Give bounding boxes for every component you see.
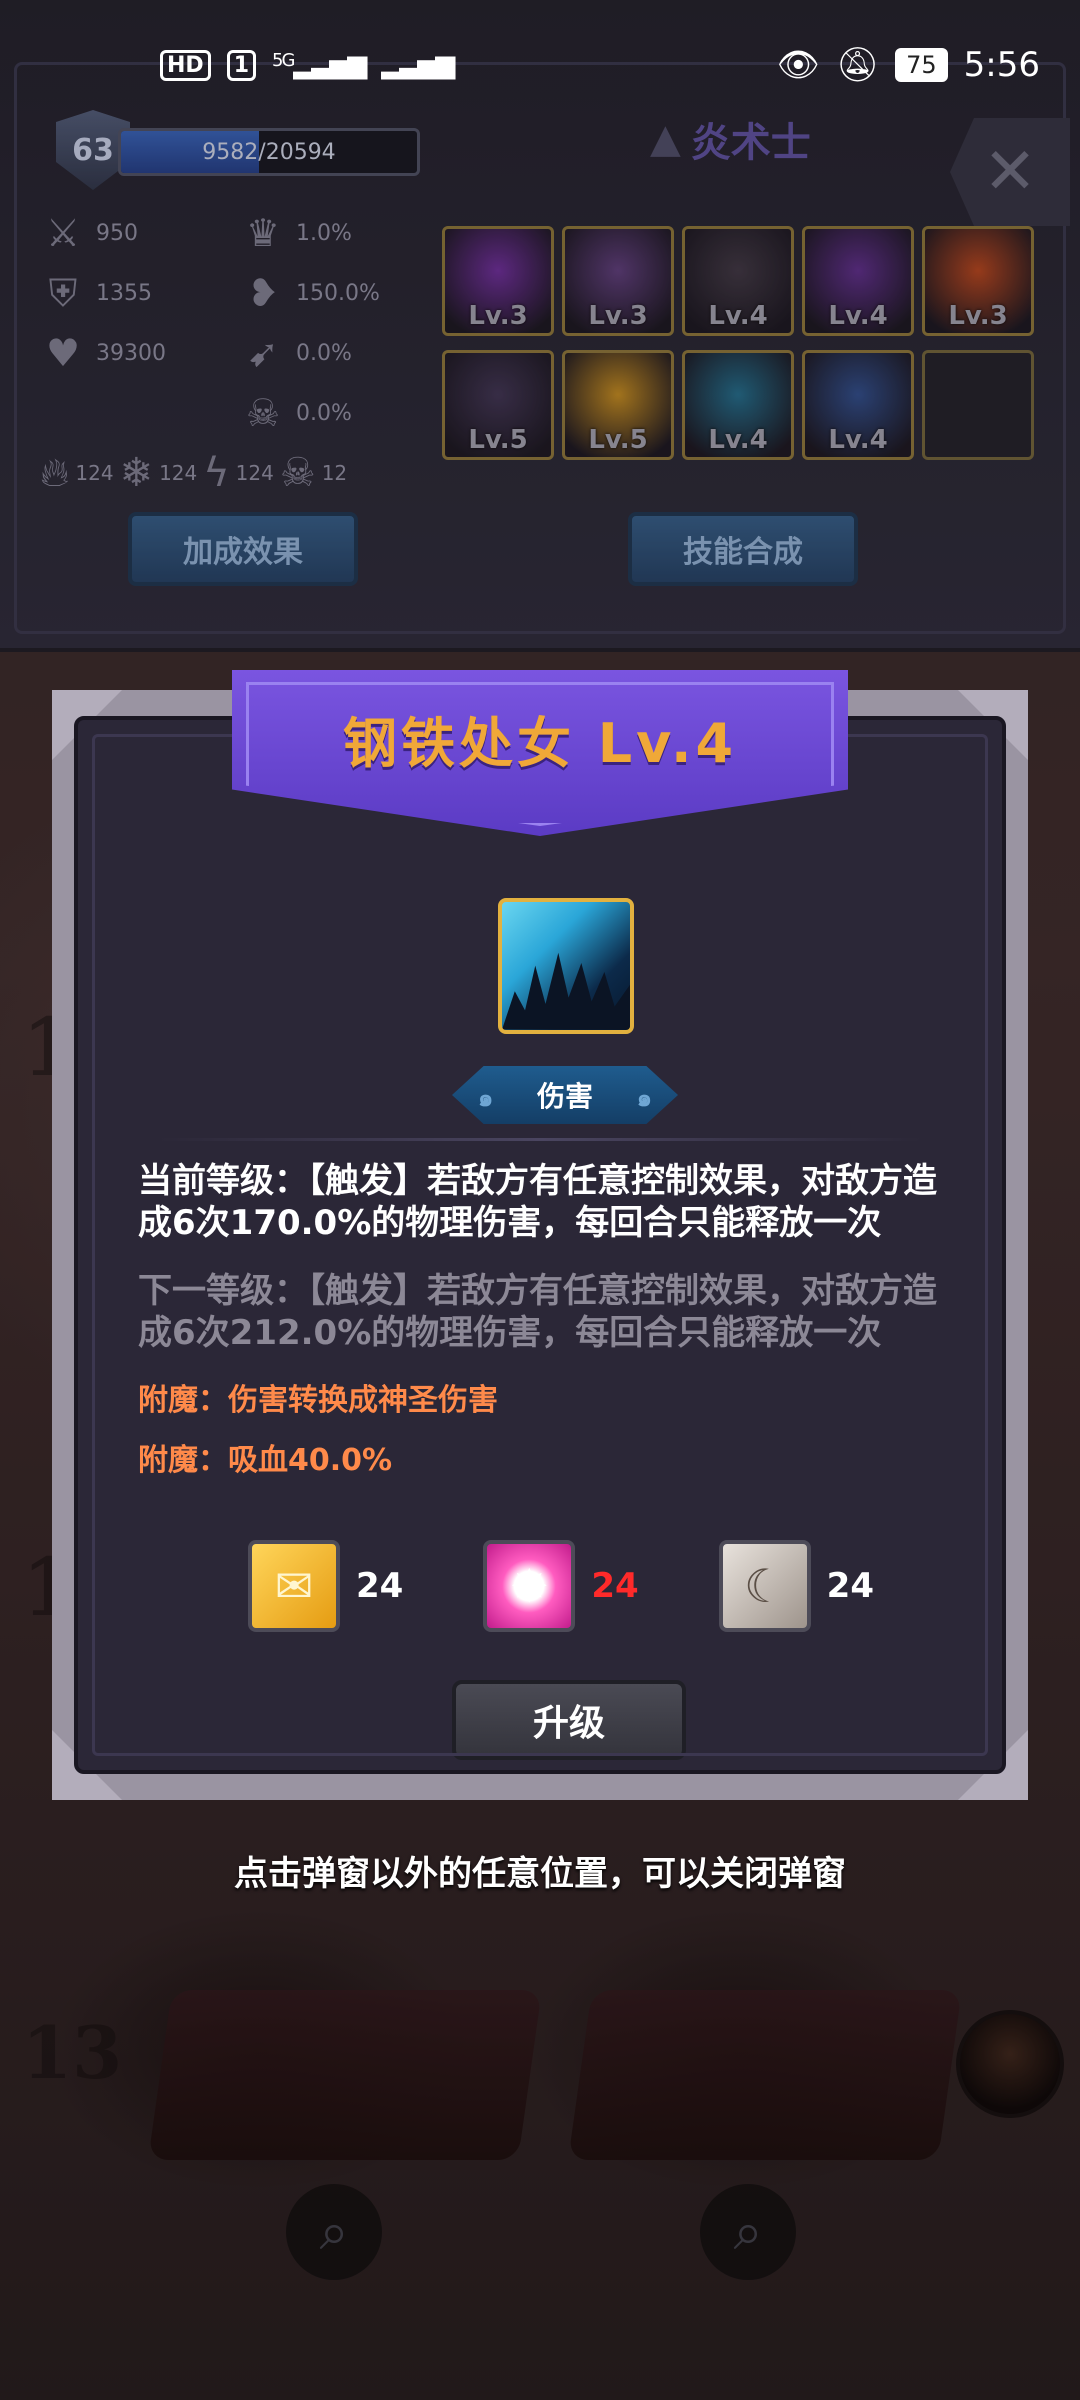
stat-value: 39300 [96,340,166,366]
cost-value: 24 [826,1566,874,1606]
exp-text: 9582/20594 [202,139,336,165]
skull-icon: ☠ [245,391,281,435]
stat-value: 1.0% [296,220,352,246]
current-level-desc: 当前等级：【触发】若敌方有任意控制效果，对敌方造成6次170.0%的物理伤害，每… [138,1161,937,1243]
fire-icon: 🔥︎ [40,450,70,496]
heart-icon: ♥ [45,331,81,375]
enchant-line: 附魔：吸血40.0% [138,1443,393,1478]
skill-title: 钢铁处女 Lv.4 [342,711,738,775]
skill-level-label: Lv.3 [588,301,648,331]
stat-penetration: ➹ 0.0% [240,330,352,376]
crown-icon: ♛ [245,211,281,255]
skill-level-label: Lv.4 [828,425,888,455]
swirl-icon: ๑ [478,1084,494,1112]
empty-skill-slot[interactable] [922,350,1034,460]
skill-slot[interactable]: Lv.4 [802,226,914,336]
spikes-icon [502,953,630,1030]
divider [158,1138,922,1141]
status-right: 👁︎ 🔕︎ 75 5:56 [777,45,1040,85]
close-button[interactable]: ✕ [950,118,1070,226]
poison-skull-icon: ☠ [279,450,316,496]
popup-body: ๑ 伤害 ๑ 当前等级：【触发】若敌方有任意控制效果，对敌方造成6次170.0%… [74,716,1006,1774]
status-left: HD 1 5G▂▃▅▆ ▂▃▅▆ [160,49,455,81]
skill-level-label: Lv.4 [708,425,768,455]
close-hint: 点击弹窗以外的任意位置，可以关闭弹窗 [234,1854,846,1894]
skill-type-label: 伤害 [536,1080,593,1113]
skill-level-label: Lv.5 [468,425,528,455]
stat-defense: ⛨ 1355 [40,270,152,316]
signal-icon-2: ▂▃▅▆ [381,50,455,80]
element-value: 124 [159,461,198,485]
skill-slot[interactable]: Lv.3 [922,226,1034,336]
stat-value: 950 [96,220,138,246]
enchant-line: 附魔：伤害转换成神圣伤害 [138,1383,498,1418]
stat-value: 1355 [96,280,152,306]
status-bar: HD 1 5G▂▃▅▆ ▂▃▅▆ 👁︎ 🔕︎ 75 5:56 [0,0,1080,130]
skill-level-label: Lv.5 [588,425,648,455]
stat-hp: ♥ 39300 [40,330,166,376]
mute-bell-icon: 🔕︎ [835,45,880,85]
element-value: 124 [235,461,274,485]
clock: 5:56 [963,45,1040,85]
skill-level-label: Lv.4 [708,301,768,331]
heart-break-icon: ❥ [247,271,279,315]
skill-slot[interactable]: Lv.4 [682,226,794,336]
skill-detail-popup: ๑ 伤害 ๑ 当前等级：【触发】若敌方有任意控制效果，对敌方造成6次170.0%… [52,670,1028,1800]
skill-slot[interactable]: Lv.5 [562,350,674,460]
cost-value: 24 [591,1566,639,1606]
skill-slot[interactable]: Lv.3 [442,226,554,336]
stat-crit: ♛ 1.0% [240,210,352,256]
upgrade-button[interactable]: 升级 [452,1680,686,1760]
skill-slot[interactable]: Lv.4 [682,350,794,460]
pink-gem-icon: ✸ [483,1540,576,1632]
skill-type-tag: ๑ 伤害 ๑ [452,1066,678,1124]
eye-icon: 👁︎ [776,45,820,85]
element-value: 124 [75,461,114,485]
snowflake-icon: ❄ [119,450,154,496]
stat-value: 0.0% [296,340,352,366]
sword-icon: ⚔ [45,211,81,255]
swirl-icon: ๑ [636,1084,652,1112]
sim-badge: 1 [226,49,256,81]
moon-gem-icon: ☾ [718,1540,811,1632]
stat-dodge: ☠ 0.0% [240,390,352,436]
skill-level-label: Lv.3 [468,301,528,331]
skill-slot[interactable]: Lv.5 [442,350,554,460]
stat-value: 150.0% [296,280,380,306]
stat-crit-damage: ❥ 150.0% [240,270,380,316]
stat-attack: ⚔ 950 [40,210,138,256]
skill-level-label: Lv.3 [948,301,1008,331]
element-value: 12 [321,461,348,485]
stat-value: 0.0% [296,400,352,426]
arrow-icon: ➹ [247,331,279,375]
bonus-effect-button[interactable]: 加成效果 [128,512,358,586]
element-resist-row: 🔥︎ 124 ❄ 124 ϟ 124 ☠ 12 [40,450,347,496]
skill-slot[interactable]: Lv.4 [802,350,914,460]
signal-icon: 5G▂▃▅▆ [272,50,367,80]
skill-slot[interactable]: Lv.3 [562,226,674,336]
skill-level-label: Lv.4 [828,301,888,331]
gold-gem-icon: ✉ [248,1540,340,1632]
skill-icon-iron-maiden [498,898,634,1034]
shield-icon: ⛨ [48,270,78,315]
next-level-desc: 下一等级：【触发】若敌方有任意控制效果，对敌方造成6次212.0%的物理伤害，每… [138,1271,937,1353]
battery-indicator: 75 [895,48,948,82]
skill-synthesis-button[interactable]: 技能合成 [628,512,858,586]
hd-badge: HD [160,49,211,81]
upgrade-costs: ✉ 24 ✸ 24 ☾ 24 [248,1540,874,1632]
cost-gold-gem: ✉ 24 [248,1540,403,1632]
lightning-icon: ϟ [203,450,230,496]
cost-moon-gem: ☾ 24 [718,1540,874,1632]
cost-pink-gem: ✸ 24 [483,1540,639,1632]
exp-bar: 9582/20594 [118,128,420,176]
cost-value: 24 [356,1566,404,1606]
